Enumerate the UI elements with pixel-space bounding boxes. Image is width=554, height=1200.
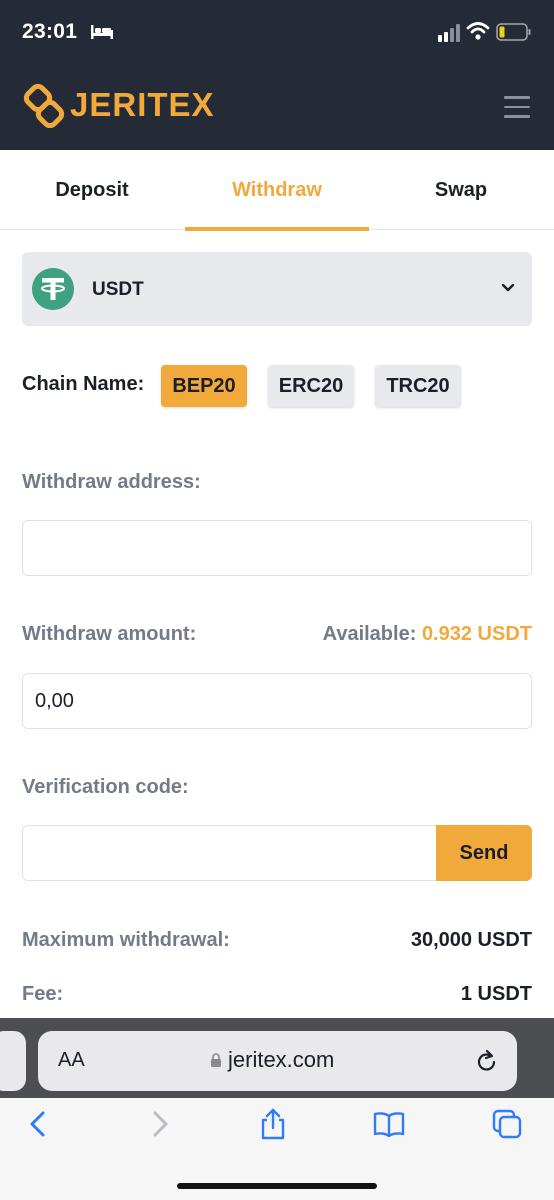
bookmarks-icon[interactable] bbox=[373, 1108, 405, 1140]
status-time: 23:01 bbox=[22, 20, 78, 43]
address-bar[interactable]: AA jeritex.com bbox=[38, 1031, 517, 1091]
tabs-icon[interactable] bbox=[491, 1108, 523, 1140]
available-value: 0.932 USDT bbox=[421, 623, 532, 645]
share-icon[interactable] bbox=[257, 1108, 289, 1140]
tab-bar: Deposit Withdraw Swap bbox=[0, 150, 554, 231]
home-indicator bbox=[177, 1183, 377, 1189]
tab-withdraw[interactable]: Withdraw bbox=[185, 150, 369, 231]
chain-option-trc20[interactable]: TRC20 bbox=[375, 365, 461, 407]
battery-low-icon bbox=[496, 23, 531, 41]
verification-code-label: Verification code: bbox=[22, 776, 189, 798]
tab-deposit[interactable]: Deposit bbox=[0, 150, 184, 230]
fee-label: Fee: bbox=[22, 983, 64, 1005]
text-size-button[interactable]: AA bbox=[58, 1049, 85, 1072]
withdraw-address-input[interactable] bbox=[22, 520, 532, 576]
app-header: 23:01 JERITEX bbox=[0, 0, 554, 150]
reload-icon[interactable] bbox=[475, 1048, 499, 1074]
url-text: jeritex.com bbox=[228, 1047, 335, 1072]
tab-swap[interactable]: Swap bbox=[369, 150, 553, 230]
fee-value: 1 USDT bbox=[460, 983, 532, 1005]
available-balance: Available: 0.932 USDT bbox=[323, 623, 532, 646]
withdraw-amount-label: Withdraw amount: bbox=[22, 623, 197, 645]
jeritex-logo-icon bbox=[23, 84, 65, 128]
forward-arrow-icon[interactable] bbox=[143, 1108, 175, 1140]
wifi-icon bbox=[466, 22, 490, 40]
chain-option-bep20[interactable]: BEP20 bbox=[161, 365, 247, 407]
sleep-mode-icon bbox=[91, 25, 113, 39]
back-arrow-icon[interactable] bbox=[23, 1108, 55, 1140]
chain-option-erc20[interactable]: ERC20 bbox=[268, 365, 354, 407]
withdraw-address-label: Withdraw address: bbox=[22, 471, 201, 493]
tether-icon bbox=[32, 268, 74, 310]
max-withdrawal-label: Maximum withdrawal: bbox=[22, 929, 230, 951]
coin-select-dropdown[interactable]: USDT bbox=[22, 252, 532, 326]
withdraw-amount-input[interactable]: 0,00 bbox=[22, 673, 532, 729]
hamburger-menu-icon[interactable] bbox=[504, 96, 530, 118]
lock-icon bbox=[211, 1053, 221, 1067]
max-withdrawal-value: 30,000 USDT bbox=[410, 929, 532, 951]
text-size-label: AA bbox=[58, 1049, 85, 1071]
previous-tab-preview[interactable] bbox=[0, 1031, 26, 1091]
selected-coin-label: USDT bbox=[92, 279, 144, 300]
cellular-signal-icon bbox=[438, 24, 460, 42]
chevron-down-icon bbox=[501, 283, 515, 292]
brand-name: JERITEX bbox=[70, 86, 215, 123]
chain-name-label: Chain Name: bbox=[22, 373, 145, 395]
send-code-button[interactable]: Send bbox=[436, 825, 532, 881]
available-label: Available: bbox=[322, 623, 417, 645]
verification-code-input[interactable] bbox=[22, 825, 436, 881]
